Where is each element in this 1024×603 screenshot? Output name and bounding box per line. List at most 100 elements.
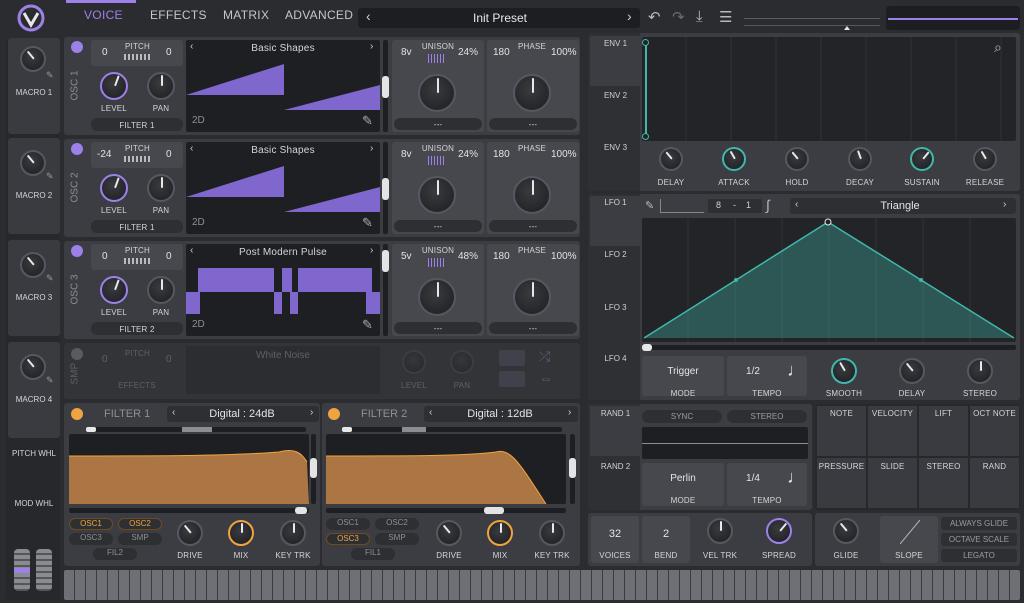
tab-env-1[interactable]: ENV 1 [590,39,641,48]
tab-matrix[interactable]: MATRIX [223,8,269,22]
lfo-smooth-knob[interactable] [831,358,857,384]
macro-1-knob[interactable] [20,46,46,72]
tab-effects[interactable]: EFFECTS [150,8,207,22]
filter-2-graph[interactable] [325,434,566,505]
tab-voice[interactable]: VOICE [84,8,123,22]
always-glide-toggle[interactable]: ALWAYS GLIDE [941,517,1017,530]
smp-tune[interactable]: 0 [166,354,172,365]
osc-1-unison-detune[interactable]: 24% [458,47,478,58]
filter-2-drive-knob[interactable] [436,520,462,546]
tab-rand-1[interactable]: RAND 1 [590,409,641,418]
edit-pencil-icon[interactable]: ✎ [46,375,54,386]
rand-stereo-button[interactable]: STEREO [727,410,807,423]
osc-1-phase-knob[interactable] [513,74,551,112]
volume-meter[interactable] [886,6,1020,30]
lfo-delay-knob[interactable] [899,358,925,384]
filter-1-prev[interactable]: ‹ [172,407,175,418]
note-icon[interactable]: ♩ [787,467,805,488]
env-delay-knob[interactable] [659,147,683,171]
lfo-steps-count[interactable]: 1 [746,200,751,210]
osc-3-phase-random[interactable]: 100% [551,251,577,262]
smp-pan-knob[interactable] [450,350,474,374]
edit-pencil-icon[interactable]: ✎ [362,113,373,129]
osc-2-wave-frame-slider[interactable] [382,142,389,234]
filter-2-next[interactable]: › [568,407,571,418]
filter-2-route-smp[interactable]: SMP [375,533,419,545]
lfo-steps[interactable]: 8 [716,200,721,210]
macro-1[interactable]: MACRO 1 ✎ [8,38,60,134]
osc-2-enable[interactable] [71,143,83,155]
tab-lfo-2[interactable]: LFO 2 [590,250,641,259]
osc-2-wave-prev[interactable]: ‹ [190,143,193,154]
macro-2[interactable]: MACRO 2 ✎ [8,138,60,234]
lfo-shape-next[interactable]: › [1003,199,1006,210]
smp-enable[interactable] [71,348,83,360]
filter-2-route-osc2[interactable]: OSC2 [375,518,419,530]
osc-3-pan-knob[interactable] [147,276,175,304]
macro-3-knob[interactable] [20,252,46,278]
lfo-smooth-curve-icon[interactable]: ∫ [766,197,770,213]
filter-1-drive-knob[interactable] [177,520,203,546]
osc-2-level-knob[interactable] [100,174,128,202]
filter-2-cutoff-slider[interactable] [342,427,562,432]
osc-2-tune[interactable]: 0 [166,149,172,160]
save-icon[interactable]: ⤓ [696,8,703,25]
spread-knob[interactable] [766,518,792,544]
filter-1-route-fil[interactable]: FIL2 [93,548,137,560]
lfo-graph[interactable] [642,218,1016,342]
filter-1-keytrk-knob[interactable] [280,520,306,546]
env-release-knob[interactable] [973,147,997,171]
mod-wheel[interactable] [36,549,52,591]
edit-pencil-icon[interactable]: ✎ [362,317,373,333]
smp-dest[interactable]: EFFECTS [91,381,183,390]
shuffle-icon[interactable]: ⤮ [539,348,550,365]
edit-pencil-icon[interactable]: ✎ [46,171,54,182]
menu-icon[interactable]: ☰ [719,8,732,26]
filter-2-resonance-slider[interactable] [569,434,576,504]
filter-1-enable[interactable] [71,408,83,420]
lfo-phase-slider[interactable] [642,344,1016,351]
rand-sync-button[interactable]: SYNC [642,410,722,423]
filter-2-route-osc3[interactable]: OSC3 [326,533,370,545]
smp-level-knob[interactable] [402,350,426,374]
osc-1-phase-value[interactable]: 180 [493,47,510,58]
osc-2-pan-knob[interactable] [147,174,175,202]
lfo-paint-icon[interactable]: ✎ [645,199,654,212]
legato-toggle[interactable]: LEGATO [941,549,1017,562]
osc-3-phase-knob[interactable] [513,278,551,316]
lfo-shape-prev[interactable]: ‹ [795,199,798,210]
filter-1-next[interactable]: › [310,407,313,418]
osc-1-enable[interactable] [71,41,83,53]
tab-lfo-3[interactable]: LFO 3 [590,303,641,312]
osc-1-transpose[interactable]: 0 [102,47,108,58]
filter-1-resonance-slider[interactable] [310,434,317,504]
macro-2-knob[interactable] [20,150,46,176]
redo-icon[interactable]: ↷ [672,8,685,26]
glide-knob[interactable] [833,518,859,544]
bounce-icon[interactable]: ⇔ [539,370,553,386]
edit-pencil-icon[interactable]: ✎ [46,273,54,284]
filter-1-route-osc1[interactable]: OSC1 [69,518,113,530]
osc-3-unison-detune[interactable]: 48% [458,251,478,262]
tab-lfo-4[interactable]: LFO 4 [590,354,641,363]
tab-rand-2[interactable]: RAND 2 [590,462,641,471]
osc-2-wave-next[interactable]: › [370,143,373,154]
env-hold-knob[interactable] [785,147,809,171]
osc-3-wave-next[interactable]: › [370,245,373,256]
lfo-paint-shape-icon[interactable] [660,199,704,213]
osc-2-phase-random[interactable]: 100% [551,149,577,160]
rand-display[interactable] [642,427,808,459]
macro-3[interactable]: MACRO 3 ✎ [8,240,60,336]
osc-1-level-knob[interactable] [100,72,128,100]
osc-2-detune-knob[interactable] [418,176,456,214]
osc-2-transpose[interactable]: -24 [97,149,111,160]
osc-3-wave-frame-slider[interactable] [382,244,389,336]
filter-1-route-smp[interactable]: SMP [118,533,162,545]
osc-2-unison-detune[interactable]: 24% [458,149,478,160]
filter-1-route-osc2[interactable]: OSC2 [118,518,162,530]
osc-2-phase-knob[interactable] [513,176,551,214]
vel-trk-knob[interactable] [707,518,733,544]
osc-1-pan-knob[interactable] [147,72,175,100]
osc-3-wave-prev[interactable]: ‹ [190,245,193,256]
smp-transpose[interactable]: 0 [102,354,108,365]
